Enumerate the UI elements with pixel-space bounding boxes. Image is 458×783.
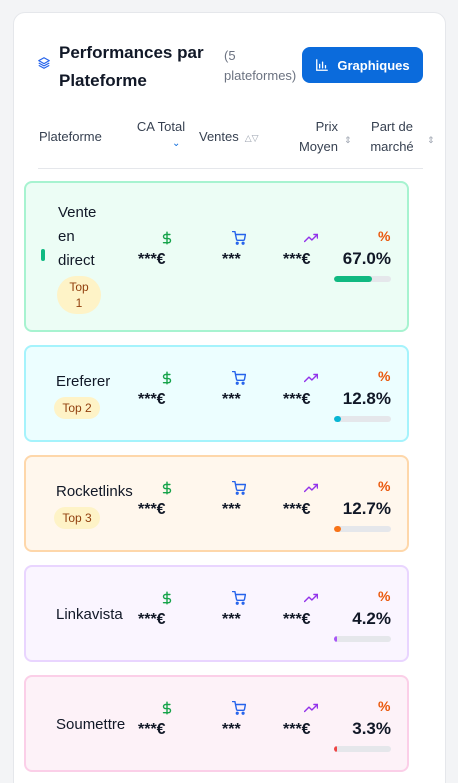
sort-icon: ⇕ [427,135,435,145]
platform-row[interactable]: Linkavista ***€ *** ***€% 4.2% [24,565,409,662]
market-share-fill [334,526,342,532]
dollar-icon [160,701,174,715]
rank-badge: Top 3 [54,507,100,529]
percent-icon: % [378,698,391,714]
platform-name: Vente en direct [58,204,97,269]
column-sales-label: Ventes [199,129,239,144]
market-share-value: 12.7% [342,499,391,518]
percent-icon: % [378,478,391,494]
percent-icon: % [378,368,391,384]
charts-button[interactable]: Graphiques [302,47,423,83]
layers-icon [38,57,50,69]
sort-icon: ⇕ [344,135,352,145]
column-sales[interactable]: Ventes △▽ [199,127,259,148]
market-share-value: 3.3% [352,719,391,738]
cart-icon [231,230,247,245]
column-market-share[interactable]: Part de marché [363,117,421,157]
avg-price-value: ***€ [283,501,311,518]
column-avg-price[interactable]: Prix Moyen [283,117,338,157]
trending-up-icon [303,231,319,245]
sort-icon: △▽ [244,133,259,143]
ca-total-value: ***€ [138,721,166,738]
platform-row[interactable]: Vente en direct Top 1 ***€ *** ***€% 67.0% [24,181,409,332]
sales-value: *** [222,391,241,408]
platform-name: Ereferer [56,373,111,390]
ca-total-value: ***€ [138,251,166,268]
market-share-bar [334,746,391,752]
trending-up-icon [303,591,319,605]
market-share-fill [334,276,373,282]
market-share-value: 67.0% [342,249,391,268]
avg-price-value: ***€ [283,611,311,628]
avg-price-value: ***€ [283,391,311,408]
rank-badge: Top 2 [54,397,100,419]
cart-icon [231,370,247,385]
rank-badge: Top 1 [57,276,101,314]
dollar-icon [160,371,174,385]
rank-indicator [41,249,45,261]
dollar-icon [160,591,174,605]
cart-icon [231,590,247,605]
column-ca-label: CA Total [136,119,186,134]
market-share-fill [334,636,337,642]
market-share-bar [334,526,391,532]
market-share-bar [334,636,391,642]
trending-up-icon [303,481,319,495]
trending-up-icon [303,701,319,715]
bar-chart-icon [316,59,329,71]
table-header: Plateforme CA Total ⌄ Ventes △▽ Prix Moye… [38,113,435,169]
charts-button-label: Graphiques [337,57,410,73]
ca-total-value: ***€ [138,391,166,408]
percent-icon: % [378,228,391,244]
platform-row[interactable]: Soumettre ***€ *** ***€% 3.3% [24,675,409,772]
trending-up-icon [303,371,319,385]
market-share-bar [334,276,391,282]
column-platform[interactable]: Plateforme [39,127,102,147]
column-ca-total[interactable]: CA Total ⌄ [136,117,186,149]
cart-icon [231,700,247,715]
chevron-down-icon: ⌄ [172,138,181,149]
sales-value: *** [222,501,241,518]
sales-value: *** [222,251,241,268]
market-share-fill [334,416,342,422]
dollar-icon [160,231,174,245]
card-header: Performances par Plateforme (5 plateform… [14,13,445,113]
platform-count: (5 plateformes) [224,48,297,83]
cart-icon [231,480,247,495]
ca-total-value: ***€ [138,501,166,518]
sales-value: *** [222,721,241,738]
avg-price-value: ***€ [283,721,311,738]
market-share-value: 4.2% [352,609,391,628]
market-share-value: 12.8% [342,389,391,408]
card-title: Performances par Plateforme [59,43,204,90]
platform-row[interactable]: Rocketlinks Top 3 ***€ *** ***€% 12.7% [24,455,409,552]
percent-icon: % [378,588,391,604]
platform-row[interactable]: Ereferer Top 2 ***€ *** ***€% 12.8% [24,345,409,442]
ca-total-value: ***€ [138,611,166,628]
avg-price-value: ***€ [283,251,311,268]
market-share-fill [334,746,337,752]
sales-value: *** [222,611,241,628]
market-share-bar [334,416,391,422]
dollar-icon [160,481,174,495]
